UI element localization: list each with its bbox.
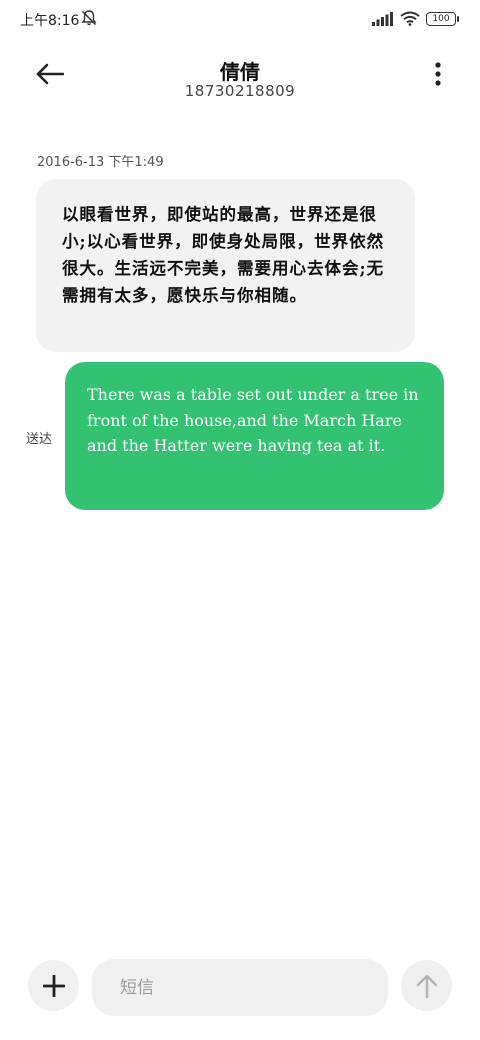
mute-icon [81,10,97,26]
add-attachment-button[interactable] [28,960,79,1011]
compose-bar [0,956,480,1016]
conversation-header: 倩倩 18730218809 [0,48,480,108]
send-arrow-up-icon [416,974,437,998]
more-vertical-icon [435,62,441,86]
outgoing-message-bubble[interactable]: There was a table set out under a tree i… [65,362,444,510]
message-timestamp: 2016-6-13 下午1:49 [37,155,164,170]
signal-icon [372,11,393,26]
battery-icon: 100 [426,11,459,26]
incoming-message-bubble[interactable]: 以眼看世界，即使站的最高，世界还是很小;以心看世界，即使身处局限，世界依然很大。… [36,179,415,352]
status-bar: 上午8:16 100 [0,0,480,40]
plus-icon [42,974,65,997]
outgoing-message-text: There was a table set out under a tree i… [87,385,419,455]
message-input[interactable] [92,959,388,1016]
contact-number: 18730218809 [184,82,296,100]
delivery-status: 送达 [26,432,53,447]
battery-level: 100 [432,13,450,24]
wifi-icon [400,11,420,26]
status-icons: 100 [372,11,459,26]
status-time: 上午8:16 [20,13,80,29]
incoming-message-text: 以眼看世界，即使站的最高，世界还是很小;以心看世界，即使身处局限，世界依然很大。… [62,205,385,305]
send-button[interactable] [401,960,452,1011]
contact-name: 倩倩 [220,60,260,84]
more-options-button[interactable] [424,54,452,94]
